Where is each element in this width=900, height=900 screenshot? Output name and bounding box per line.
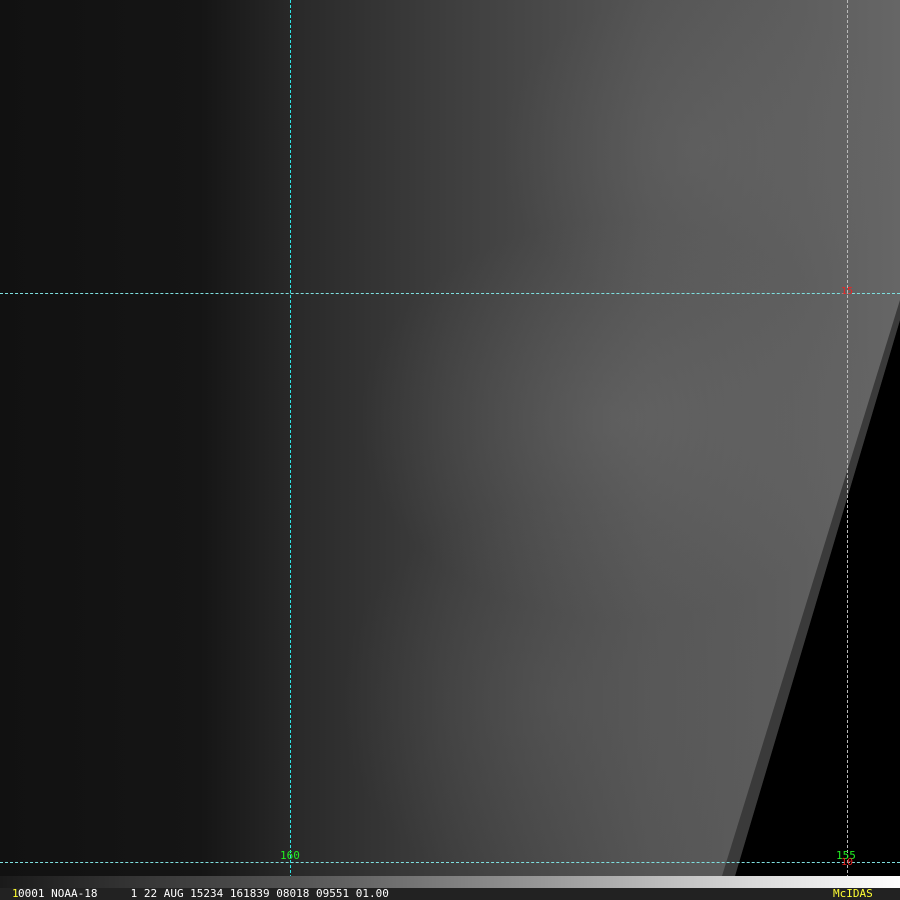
info-bar: 1 0001 NOAA-18 1 22 AUG 15234 161839 0801… (0, 888, 900, 900)
latitude-line-10 (0, 862, 900, 863)
mcidas-brand: McIDAS (833, 887, 873, 900)
satellite-viewer: 160 155 15 10 1 0001 NOAA-18 1 22 AUG 152… (0, 0, 900, 900)
longitude-line-155 (847, 0, 848, 888)
latitude-label-10: 10 (841, 857, 854, 868)
image-info: 0001 NOAA-18 1 22 AUG 15234 161839 08018… (18, 887, 389, 900)
latitude-label-15: 15 (841, 286, 854, 297)
latitude-line-15 (0, 293, 900, 294)
longitude-label-160: 160 (280, 849, 300, 862)
longitude-line-160 (290, 0, 291, 888)
